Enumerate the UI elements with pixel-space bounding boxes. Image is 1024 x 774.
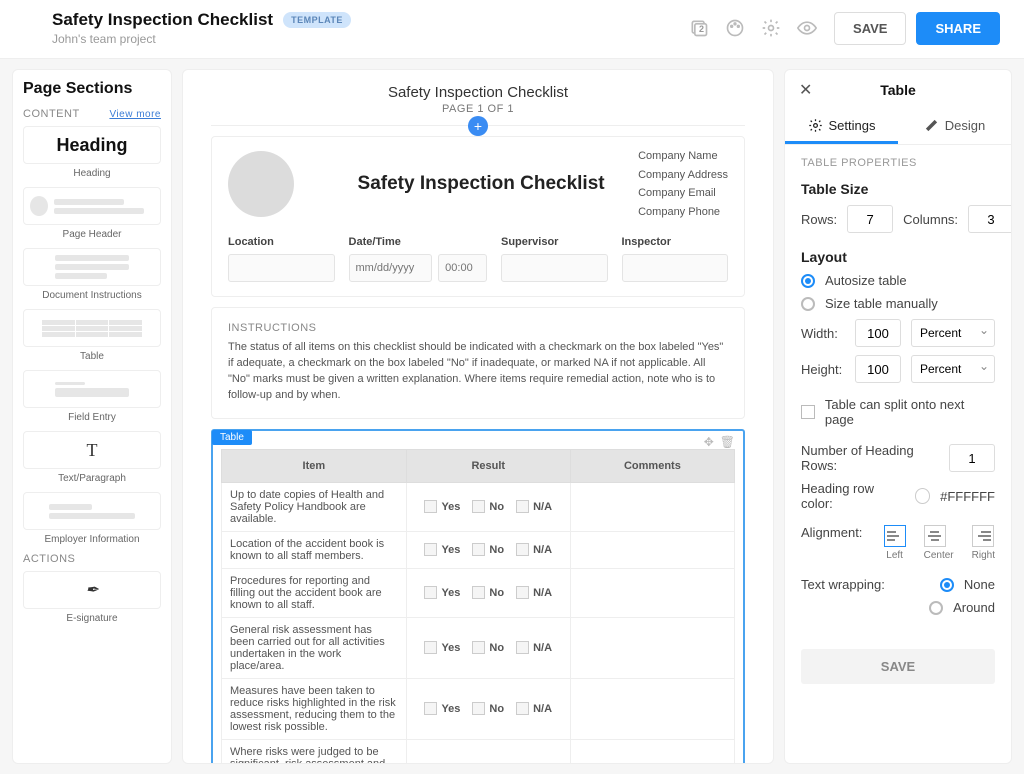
close-icon[interactable]: ✕ — [799, 80, 812, 100]
history-icon[interactable]: 2 — [688, 17, 710, 39]
result-option[interactable]: No — [472, 543, 504, 556]
time-input[interactable] — [438, 254, 487, 282]
document-title: Safety Inspection Checklist — [52, 10, 273, 30]
result-option[interactable]: N/A — [516, 500, 552, 513]
actions-label: ACTIONS — [23, 553, 75, 565]
template-badge: TEMPLATE — [283, 12, 351, 28]
widget-table[interactable] — [23, 309, 161, 347]
page-indicator: PAGE 1 OF 1 — [211, 103, 745, 115]
gear-icon — [808, 118, 823, 133]
panel-heading: Page Sections — [23, 80, 161, 98]
heading-color-swatch[interactable] — [915, 488, 930, 504]
project-subtitle: John's team project — [52, 32, 688, 46]
result-option[interactable]: Yes — [424, 641, 460, 654]
delete-icon[interactable]: 🗑 — [720, 435, 735, 449]
date-input[interactable] — [349, 254, 433, 282]
result-option[interactable]: No — [472, 702, 504, 715]
page-sections-panel: Page Sections CONTENT View more Heading … — [12, 69, 172, 764]
logo-placeholder[interactable] — [228, 151, 294, 217]
rows-input[interactable] — [847, 205, 893, 233]
save-button[interactable]: SAVE — [834, 12, 906, 45]
align-left[interactable] — [884, 525, 906, 547]
result-option[interactable]: N/A — [516, 586, 552, 599]
table-row: Where risks were judged to be significan… — [222, 739, 735, 764]
result-option[interactable]: No — [472, 500, 504, 513]
result-option[interactable]: Yes — [424, 702, 460, 715]
width-input[interactable] — [855, 319, 901, 347]
location-input[interactable] — [228, 254, 335, 282]
result-option[interactable]: N/A — [516, 763, 552, 764]
columns-input[interactable] — [968, 205, 1012, 233]
panel-save-button[interactable]: SAVE — [801, 649, 995, 684]
table-block[interactable]: Table ✥ 🗑 Item Result Comments Up to dat… — [211, 429, 745, 765]
align-center[interactable] — [924, 525, 946, 547]
page-header-block[interactable]: Safety Inspection Checklist Company Name… — [211, 136, 745, 297]
table-row: Procedures for reporting and filling out… — [222, 568, 735, 617]
align-right[interactable] — [972, 525, 994, 547]
table-row: Measures have been taken to reduce risks… — [222, 678, 735, 739]
height-unit-select[interactable]: Percent — [911, 355, 995, 383]
eye-icon[interactable] — [796, 17, 818, 39]
inspector-input[interactable] — [622, 254, 729, 282]
panel-title: Table — [785, 82, 1011, 98]
result-option[interactable]: N/A — [516, 702, 552, 715]
widget-heading[interactable]: Heading — [23, 126, 161, 164]
view-more-link[interactable]: View more — [109, 109, 161, 120]
pencil-icon — [924, 118, 939, 133]
document-canvas: Safety Inspection Checklist PAGE 1 OF 1 … — [182, 69, 774, 764]
wrap-none-radio[interactable] — [940, 578, 954, 592]
widget-doc-instructions[interactable] — [23, 248, 161, 286]
table-row: General risk assessment has been carried… — [222, 617, 735, 678]
manual-size-radio[interactable]: Size table manually — [801, 296, 995, 311]
checklist-title: Safety Inspection Checklist — [314, 173, 618, 195]
heading-rows-input[interactable] — [949, 444, 995, 472]
result-option[interactable]: No — [472, 586, 504, 599]
widget-text[interactable]: T — [23, 431, 161, 469]
properties-panel: ✕ Table Settings Design TABLE PROPERTIES… — [784, 69, 1012, 764]
widget-field-entry[interactable] — [23, 370, 161, 408]
content-label: CONTENT — [23, 108, 80, 120]
move-icon[interactable]: ✥ — [704, 435, 714, 449]
instructions-block[interactable]: INSTRUCTIONS The status of all items on … — [211, 307, 745, 419]
tab-settings[interactable]: Settings — [785, 110, 898, 144]
doc-header-title: Safety Inspection Checklist — [211, 84, 745, 101]
table-row: Up to date copies of Health and Safety P… — [222, 482, 735, 531]
wrap-around-radio[interactable] — [929, 601, 943, 615]
widget-page-header[interactable] — [23, 187, 161, 225]
share-button[interactable]: SHARE — [916, 12, 1000, 45]
result-option[interactable]: No — [472, 763, 504, 764]
split-checkbox[interactable]: Table can split onto next page — [801, 397, 995, 427]
autosize-radio[interactable]: Autosize table — [801, 273, 995, 288]
result-option[interactable]: N/A — [516, 543, 552, 556]
result-option[interactable]: Yes — [424, 500, 460, 513]
widget-employer-info[interactable] — [23, 492, 161, 530]
palette-icon[interactable] — [724, 17, 746, 39]
top-bar: Safety Inspection Checklist TEMPLATE Joh… — [0, 0, 1024, 59]
width-unit-select[interactable]: Percent — [911, 319, 995, 347]
table-row: Location of the accident book is known t… — [222, 531, 735, 568]
widget-esignature[interactable]: ✒ — [23, 571, 161, 609]
tab-design[interactable]: Design — [898, 110, 1011, 144]
gear-icon[interactable] — [760, 17, 782, 39]
checklist-table: Item Result Comments Up to date copies o… — [221, 449, 735, 765]
result-option[interactable]: Yes — [424, 763, 460, 764]
result-option[interactable]: N/A — [516, 641, 552, 654]
height-input[interactable] — [855, 355, 901, 383]
result-option[interactable]: Yes — [424, 586, 460, 599]
result-option[interactable]: No — [472, 641, 504, 654]
company-info: Company Name Company Address Company Ema… — [638, 147, 728, 222]
table-tag: Table — [212, 430, 252, 445]
result-option[interactable]: Yes — [424, 543, 460, 556]
add-section-button[interactable]: + — [468, 116, 488, 136]
supervisor-input[interactable] — [501, 254, 608, 282]
